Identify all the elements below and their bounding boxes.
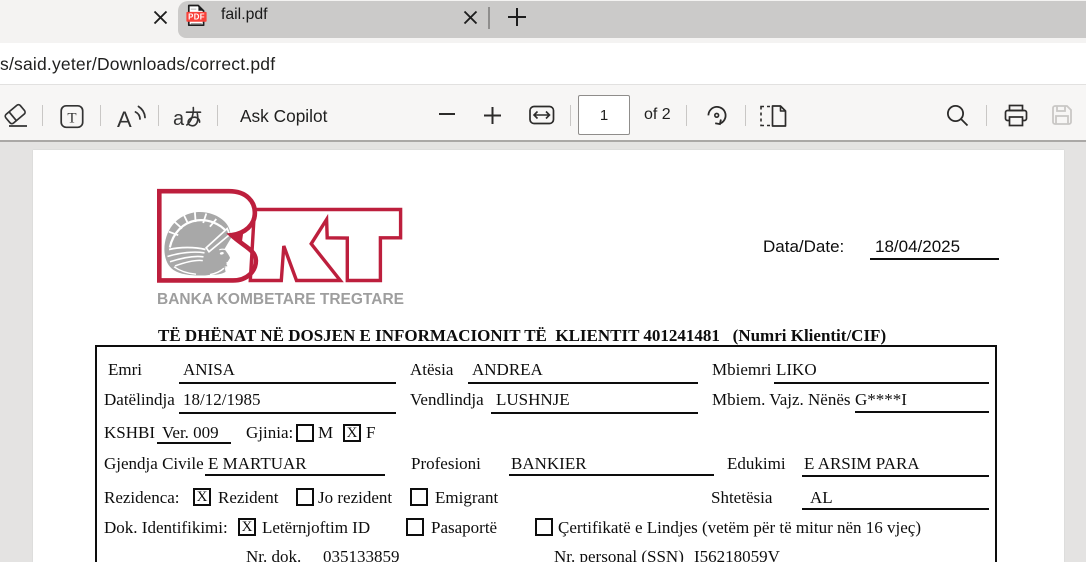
- svg-text:a: a: [173, 108, 185, 130]
- svg-text:T: T: [67, 110, 76, 126]
- svg-text:PDF: PDF: [188, 13, 205, 22]
- svg-text:BANKA KOMBETARE TREGTARE: BANKA KOMBETARE TREGTARE: [157, 291, 404, 307]
- svg-text:A: A: [117, 107, 132, 130]
